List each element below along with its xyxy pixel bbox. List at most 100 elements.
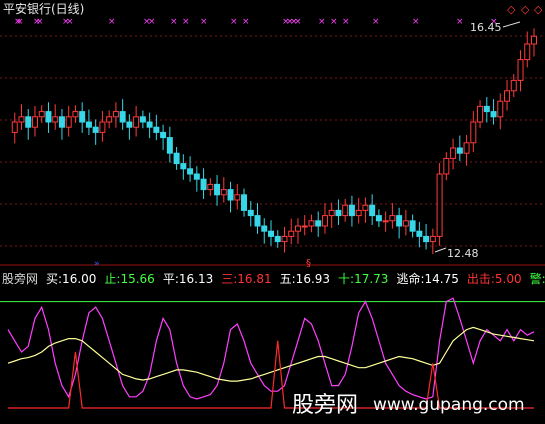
candle-body xyxy=(328,209,335,217)
candle-body xyxy=(214,183,221,196)
candle-body xyxy=(160,131,167,139)
candle-body xyxy=(409,220,416,232)
candle-body xyxy=(308,220,315,227)
cross-marker-icon: × xyxy=(318,17,326,27)
candle-body xyxy=(463,142,470,154)
candle-body xyxy=(504,90,511,102)
candle-body xyxy=(490,111,497,118)
candle-body xyxy=(429,235,436,243)
indicator-label: 逃命:14.75 xyxy=(396,271,458,286)
candle-body xyxy=(301,225,308,228)
candle-body xyxy=(227,189,234,201)
watermark-cn: 股旁网 xyxy=(292,393,358,418)
cross-marker-icon: × xyxy=(148,17,156,27)
cross-marker-icon: × xyxy=(108,17,116,27)
candle-body xyxy=(531,35,537,45)
indicator-label: 出击:5.00 xyxy=(467,272,522,286)
cross-marker-icon: × xyxy=(66,17,74,27)
cross-marker-icon: × xyxy=(294,17,302,27)
candle-body xyxy=(85,121,92,128)
indicator-label: 止:15.66 xyxy=(104,272,154,286)
candle-body xyxy=(288,230,295,237)
indicator-series xyxy=(7,326,535,382)
indicator-label: 股旁网 xyxy=(2,271,38,286)
watermark: 股旁网 www.gupang.com xyxy=(292,393,525,418)
diamond-icon: ◇ xyxy=(507,3,516,16)
candle-body xyxy=(524,43,531,61)
watermark-url: www.gupang.com xyxy=(373,395,525,415)
candle-body xyxy=(187,168,194,175)
cross-marker-icon: × xyxy=(182,17,190,27)
high-arrow xyxy=(502,21,521,28)
candle-body xyxy=(315,220,322,227)
cross-marker-icon: × xyxy=(412,17,420,27)
candle-body xyxy=(25,116,32,128)
candle-body xyxy=(45,111,52,123)
candle-body xyxy=(443,157,450,175)
candle-body xyxy=(220,189,227,196)
candle-body xyxy=(247,209,254,217)
cross-marker-icon: × xyxy=(330,17,338,27)
candle-body xyxy=(207,183,214,191)
candle-body xyxy=(241,194,248,211)
candle-body xyxy=(355,209,362,217)
candle-body xyxy=(139,116,146,123)
chart-title: 平安银行(日线) xyxy=(3,1,84,16)
candle-body xyxy=(173,152,180,165)
candle-body xyxy=(342,204,349,217)
candle-body xyxy=(234,194,241,201)
diamond-icon: ◇ xyxy=(521,3,530,16)
candle-body xyxy=(133,116,140,128)
candle-body xyxy=(200,178,207,191)
candle-body xyxy=(79,111,86,123)
candle-body xyxy=(369,204,376,217)
cross-marker-icon: × xyxy=(242,17,250,27)
candle-body xyxy=(389,215,396,222)
indicator-label: 三:16.81 xyxy=(221,272,271,286)
candle-body xyxy=(396,215,403,227)
candle-body xyxy=(11,121,18,133)
signal-s-icon: § xyxy=(306,258,311,269)
candle-body xyxy=(268,230,274,237)
indicator-label: 警:95.00 xyxy=(530,271,545,286)
signal-arrow-icon: » xyxy=(94,259,100,269)
candle-body xyxy=(99,121,106,133)
cross-marker-icon: × xyxy=(170,17,178,27)
candle-body xyxy=(180,163,187,170)
candle-body xyxy=(348,204,355,217)
indicator-label: 买:16.00 xyxy=(46,272,96,286)
candle-body xyxy=(402,220,409,227)
indicator-label: 十:17.73 xyxy=(338,272,388,286)
candle-body xyxy=(52,116,59,123)
candle-body xyxy=(119,111,126,123)
indicator-labels: 股旁网 买:16.00 止:15.66 平:16.13 三:16.81 五:16.93 十:… xyxy=(2,271,545,286)
diamond-icon: ◇ xyxy=(534,3,543,16)
high-label: 16.45 xyxy=(470,21,502,34)
candle-body xyxy=(166,137,173,154)
annotations: 16.45 12.48 xyxy=(434,21,521,260)
candle-body xyxy=(375,215,382,222)
candle-body xyxy=(153,126,160,133)
candle-body xyxy=(436,173,443,237)
candle-body xyxy=(416,230,423,237)
indicator-label: 平:16.13 xyxy=(163,272,213,286)
candle-body xyxy=(477,105,484,123)
candle-body xyxy=(72,111,79,118)
candle-body xyxy=(254,215,261,227)
cross-marker-icon: × xyxy=(230,17,238,27)
candle-body xyxy=(92,126,99,133)
candle-body xyxy=(335,209,342,217)
cross-marker-icon: × xyxy=(16,17,24,27)
candle-body xyxy=(517,59,524,81)
candle-body xyxy=(456,147,463,154)
candle-body xyxy=(450,147,457,159)
candle-body xyxy=(31,116,38,128)
candle-body xyxy=(106,116,113,123)
candle-body xyxy=(382,220,389,223)
candle-body xyxy=(261,225,268,232)
cross-marker-icon: × xyxy=(342,17,350,27)
candle-body xyxy=(470,121,477,144)
candle-body xyxy=(146,121,153,128)
candle-body xyxy=(274,235,281,243)
candle-body xyxy=(423,235,430,243)
